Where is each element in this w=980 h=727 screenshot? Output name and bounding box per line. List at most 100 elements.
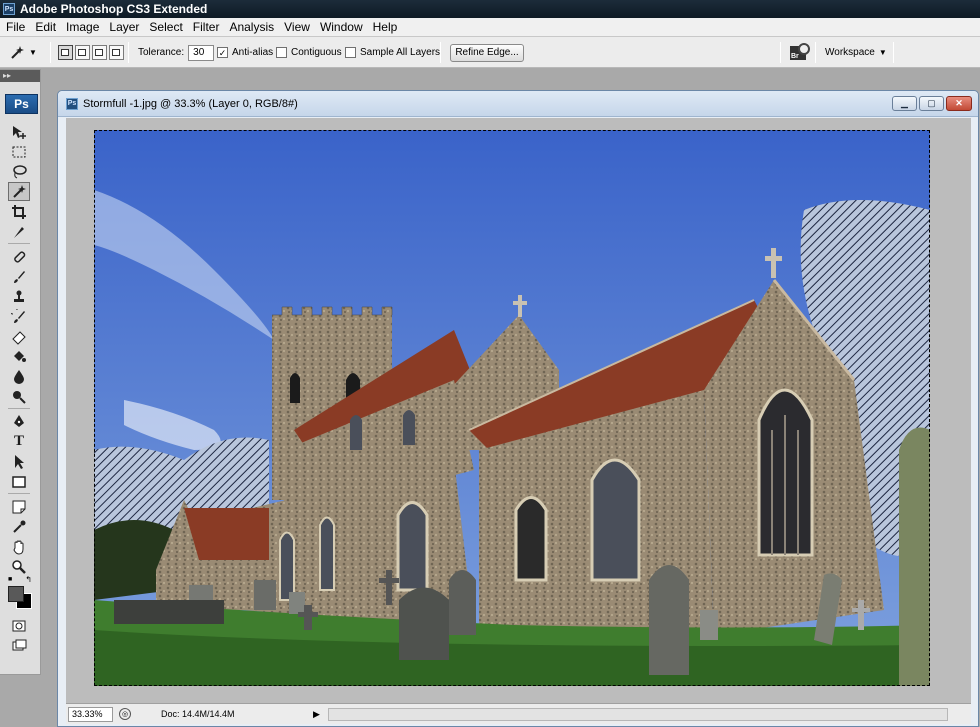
contiguous-label: Contiguous	[291, 47, 342, 58]
color-swatches: ■ ↰	[8, 575, 34, 610]
brush-tool-icon[interactable]	[8, 267, 30, 286]
close-icon: ✕	[955, 98, 963, 108]
crop-tool-icon[interactable]	[8, 202, 30, 221]
refine-edge-group: Refine Edge...	[450, 37, 524, 68]
tool-preset-picker[interactable]: ▼	[8, 37, 46, 68]
chevron-down-icon: ▼	[878, 48, 887, 57]
document-size: Doc: 14.4M/14.4M	[161, 709, 235, 719]
swap-colors-icon[interactable]: ↰	[25, 575, 32, 584]
separator	[440, 42, 441, 63]
menu-view[interactable]: View	[280, 20, 314, 34]
window-controls: ▁ ▢ ✕	[892, 96, 972, 111]
app-title-bar: Ps Adobe Photoshop CS3 Extended	[0, 0, 980, 18]
separator	[780, 42, 781, 63]
checkbox-empty-icon	[345, 47, 356, 58]
horizontal-scrollbar[interactable]	[327, 707, 948, 721]
menu-bar: File Edit Image Layer Select Filter Anal…	[0, 18, 980, 37]
history-brush-tool-icon[interactable]	[8, 307, 30, 326]
separator	[815, 42, 816, 63]
menu-select[interactable]: Select	[145, 20, 186, 34]
minimize-button[interactable]: ▁	[892, 96, 917, 111]
document-title: Stormfull -1.jpg @ 33.3% (Layer 0, RGB/8…	[83, 97, 298, 110]
dodge-tool-icon[interactable]	[8, 387, 30, 406]
shape-tool-icon[interactable]	[8, 472, 30, 491]
path-selection-tool-icon[interactable]	[8, 452, 30, 471]
separator	[893, 42, 894, 63]
toolbox-panel: ▸▸ Ps T ■ ↰	[0, 69, 41, 675]
hand-tool-icon[interactable]	[8, 537, 30, 556]
menu-help[interactable]: Help	[369, 20, 402, 34]
type-tool-icon[interactable]: T	[8, 432, 30, 451]
checkbox-checked-icon: ✓	[217, 47, 228, 58]
church-photo	[94, 130, 930, 686]
document-window: Ps Stormfull -1.jpg @ 33.3% (Layer 0, RG…	[57, 90, 979, 727]
document-title-bar[interactable]: Ps Stormfull -1.jpg @ 33.3% (Layer 0, RG…	[58, 91, 978, 117]
move-tool-icon[interactable]	[8, 122, 30, 141]
ps-app-icon: Ps	[3, 3, 15, 15]
menu-filter[interactable]: Filter	[189, 20, 224, 34]
marquee-tool-icon[interactable]	[8, 142, 30, 161]
canvas-image[interactable]	[94, 130, 930, 686]
pen-tool-icon[interactable]	[8, 412, 30, 431]
menu-image[interactable]: Image	[62, 20, 103, 34]
bridge-icon: Br	[790, 42, 810, 60]
anti-alias-checkbox[interactable]: ✓ Anti-alias	[217, 37, 273, 68]
menu-analysis[interactable]: Analysis	[225, 20, 278, 34]
subtract-from-selection-button[interactable]	[92, 45, 107, 60]
intersect-selection-button[interactable]	[109, 45, 124, 60]
selection-mode-group	[58, 37, 124, 68]
go-to-bridge-button[interactable]: Br	[788, 37, 810, 68]
notes-tool-icon[interactable]	[8, 497, 30, 516]
chevron-down-icon: ▼	[29, 48, 37, 57]
status-menu-arrow-icon[interactable]: ▶	[313, 709, 320, 720]
tool-list: T ■ ↰	[8, 122, 34, 656]
workspace-menu[interactable]: Workspace ▼	[825, 37, 887, 68]
maximize-button[interactable]: ▢	[919, 96, 944, 111]
zoom-options-icon[interactable]: ◎	[119, 708, 131, 720]
tolerance-group: Tolerance:	[138, 37, 215, 68]
separator	[128, 42, 129, 63]
minimize-icon: ▁	[901, 98, 908, 108]
menu-edit[interactable]: Edit	[31, 20, 60, 34]
refine-edge-button[interactable]: Refine Edge...	[450, 43, 524, 62]
quick-mask-icon[interactable]	[8, 616, 30, 635]
slice-tool-icon[interactable]	[8, 222, 30, 241]
blur-tool-icon[interactable]	[8, 367, 30, 386]
contiguous-checkbox[interactable]: Contiguous	[276, 37, 342, 68]
canvas-area[interactable]	[66, 118, 971, 703]
default-colors-icon[interactable]: ■	[8, 576, 12, 583]
new-selection-button[interactable]	[58, 45, 73, 60]
panel-collapse-grip[interactable]: ▸▸	[0, 70, 40, 82]
tolerance-input[interactable]	[188, 44, 215, 61]
maximize-icon: ▢	[927, 98, 936, 108]
tolerance-label: Tolerance:	[138, 47, 185, 58]
separator	[8, 493, 30, 494]
healing-brush-tool-icon[interactable]	[8, 247, 30, 266]
menu-file[interactable]: File	[2, 20, 29, 34]
menu-layer[interactable]: Layer	[105, 20, 143, 34]
magic-wand-icon	[8, 44, 26, 62]
lasso-tool-icon[interactable]	[8, 162, 30, 181]
separator	[8, 243, 30, 244]
separator	[50, 42, 51, 63]
add-to-selection-button[interactable]	[75, 45, 90, 60]
ps-logo: Ps	[5, 94, 38, 114]
sample-all-layers-label: Sample All Layers	[360, 47, 441, 58]
screen-mode-icon[interactable]	[8, 636, 30, 655]
sample-all-layers-checkbox[interactable]: Sample All Layers	[345, 37, 440, 68]
zoom-tool-icon[interactable]	[8, 557, 30, 576]
workspace-label: Workspace	[825, 47, 875, 58]
clone-stamp-tool-icon[interactable]	[8, 287, 30, 306]
foreground-color-swatch[interactable]	[8, 586, 24, 602]
magic-wand-tool-icon[interactable]	[8, 182, 30, 201]
eyedropper-tool-icon[interactable]	[8, 517, 30, 536]
zoom-level-field[interactable]: 33.33%	[68, 706, 113, 722]
anti-alias-label: Anti-alias	[232, 47, 274, 58]
app-title: Adobe Photoshop CS3 Extended	[20, 2, 208, 16]
menu-window[interactable]: Window	[316, 20, 367, 34]
status-bar: 33.33% ◎ Doc: 14.4M/14.4M ▶	[66, 703, 971, 724]
close-button[interactable]: ✕	[946, 96, 972, 111]
eraser-tool-icon[interactable]	[8, 327, 30, 346]
options-bar: ▼ Tolerance: ✓ Anti-alias Contiguous Sam…	[0, 37, 980, 68]
paint-bucket-tool-icon[interactable]	[8, 347, 30, 366]
